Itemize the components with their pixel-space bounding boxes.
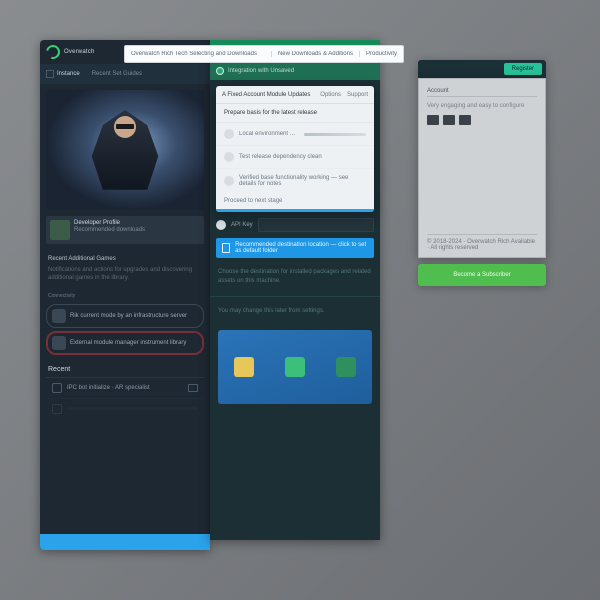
social-icon-1[interactable] [427,115,439,125]
primary-cta[interactable]: Recommended destination location — click… [216,238,374,258]
api-key-input[interactable] [258,218,374,232]
recent-item-0[interactable]: IPC bot initialize · AR specialist [46,377,204,398]
social-icon-3[interactable] [459,115,471,125]
aux-panel: Register Account Very engaging and easy … [418,60,546,286]
sidebar-tab-instance[interactable]: Instance [40,64,86,84]
profile-thumb-icon [50,220,70,240]
hero-glasses [116,124,134,129]
urlbar-seg-main: Overwatch Rich Tech Selecting and Downlo… [125,51,271,57]
sidebar: Overwatch Instance Recent Set Guides Dev… [40,40,210,550]
aux-icon-row [427,115,537,125]
sidebar-tabs: Instance Recent Set Guides [40,64,210,84]
register-button[interactable]: Register [504,63,542,75]
card-row-0[interactable]: Local environment distribution [216,123,374,146]
app-logo-icon [43,42,62,61]
divider [210,296,380,297]
badge-icon [188,384,198,392]
row-label: Local environment distribution [239,131,299,137]
recent-header: Recent [40,358,210,377]
subscribe-button[interactable]: Become a Subscriber [418,264,546,286]
tab-label: Instance [57,71,80,77]
card-footer: Proceed to next stage [216,193,374,209]
status-dot-icon [216,67,224,75]
update-card: A Fixed Account Module Updates Options S… [216,86,374,212]
urlbar-seg-2: New Downloads & Additions [271,51,359,57]
section-title: Recent Additional Games [40,248,210,266]
body-para-1: Choose the destination for installed pac… [210,262,380,292]
step-icon [224,176,234,186]
card-accent [216,209,374,212]
leaf-icon [285,357,305,377]
register-label: Register [512,66,534,72]
profile-sub: Recommended downloads [74,227,145,233]
connectivity-item-0[interactable]: Rik current mode by an infrastructure se… [46,304,204,328]
social-icon-2[interactable] [443,115,455,125]
step-icon [224,152,234,162]
main-sub-text: Integration with Unsaved [228,68,294,74]
sidebar-accent-bar [40,534,210,550]
section-body: Notifications and actions for upgrades a… [40,266,210,289]
address-bar[interactable]: Overwatch Rich Tech Selecting and Downlo… [124,45,404,63]
feature-tile[interactable] [218,330,372,404]
item-label: Rik current mode by an infrastructure se… [70,313,187,319]
card-row-2[interactable]: Verified base functionality working — se… [216,169,374,193]
aux-titlebar: Register [418,60,546,78]
package-icon [52,336,66,350]
recent-label: IPC bot initialize · AR specialist [67,385,150,391]
placeholder-bar [67,407,198,410]
folder-icon [222,243,230,253]
aux-blurb: Very engaging and easy to configure [427,103,537,109]
row-label: Test release dependency clean [239,154,322,160]
sidebar-tab-recent[interactable]: Recent Set Guides [86,64,148,84]
cta-label: Recommended destination location — click… [235,242,368,254]
server-icon [52,309,66,323]
section-sub: Connectivity [40,289,210,301]
aux-head: Account [427,85,537,97]
item-label: External module manager instrument libra… [70,340,186,346]
aux-card: Account Very engaging and easy to config… [418,78,546,258]
card-banner: Prepare basis for the latest release [216,104,374,123]
profile-card[interactable]: Developer Profile Recommended downloads [46,216,204,244]
connectivity-item-1[interactable]: External module manager instrument libra… [46,331,204,355]
main-subheader: Integration with Unsaved [210,62,380,80]
api-key-row: API Key [216,218,374,232]
body-para-2: You may change this later from settings. [210,301,380,322]
placeholder-icon [52,404,62,414]
aux-footer: © 2018-2024 · Overwatch Rich Available ·… [427,234,537,251]
main-panel: Installation Summary Integration with Un… [210,40,380,540]
card-link-support[interactable]: Support [347,92,368,98]
app-name: Overwatch [64,49,94,55]
field-label: API Key [231,222,253,228]
bot-icon [52,383,62,393]
profile-title: Developer Profile [74,220,145,226]
subscribe-label: Become a Subscriber [453,272,510,278]
hero-image [46,90,204,210]
progress-bar [304,133,366,136]
tab-label: Recent Set Guides [92,71,142,77]
cloud-icon [336,357,356,377]
recent-item-placeholder [46,398,204,419]
row-label: Verified base functionality working — se… [239,175,366,187]
card-link-options[interactable]: Options [320,92,341,98]
key-icon [216,220,226,230]
step-icon [224,129,234,139]
card-row-1[interactable]: Test release dependency clean [216,146,374,169]
card-title: A Fixed Account Module Updates [222,92,310,98]
urlbar-seg-3: Productivity [359,51,403,57]
cube-icon [46,70,54,78]
shield-icon [234,357,254,377]
